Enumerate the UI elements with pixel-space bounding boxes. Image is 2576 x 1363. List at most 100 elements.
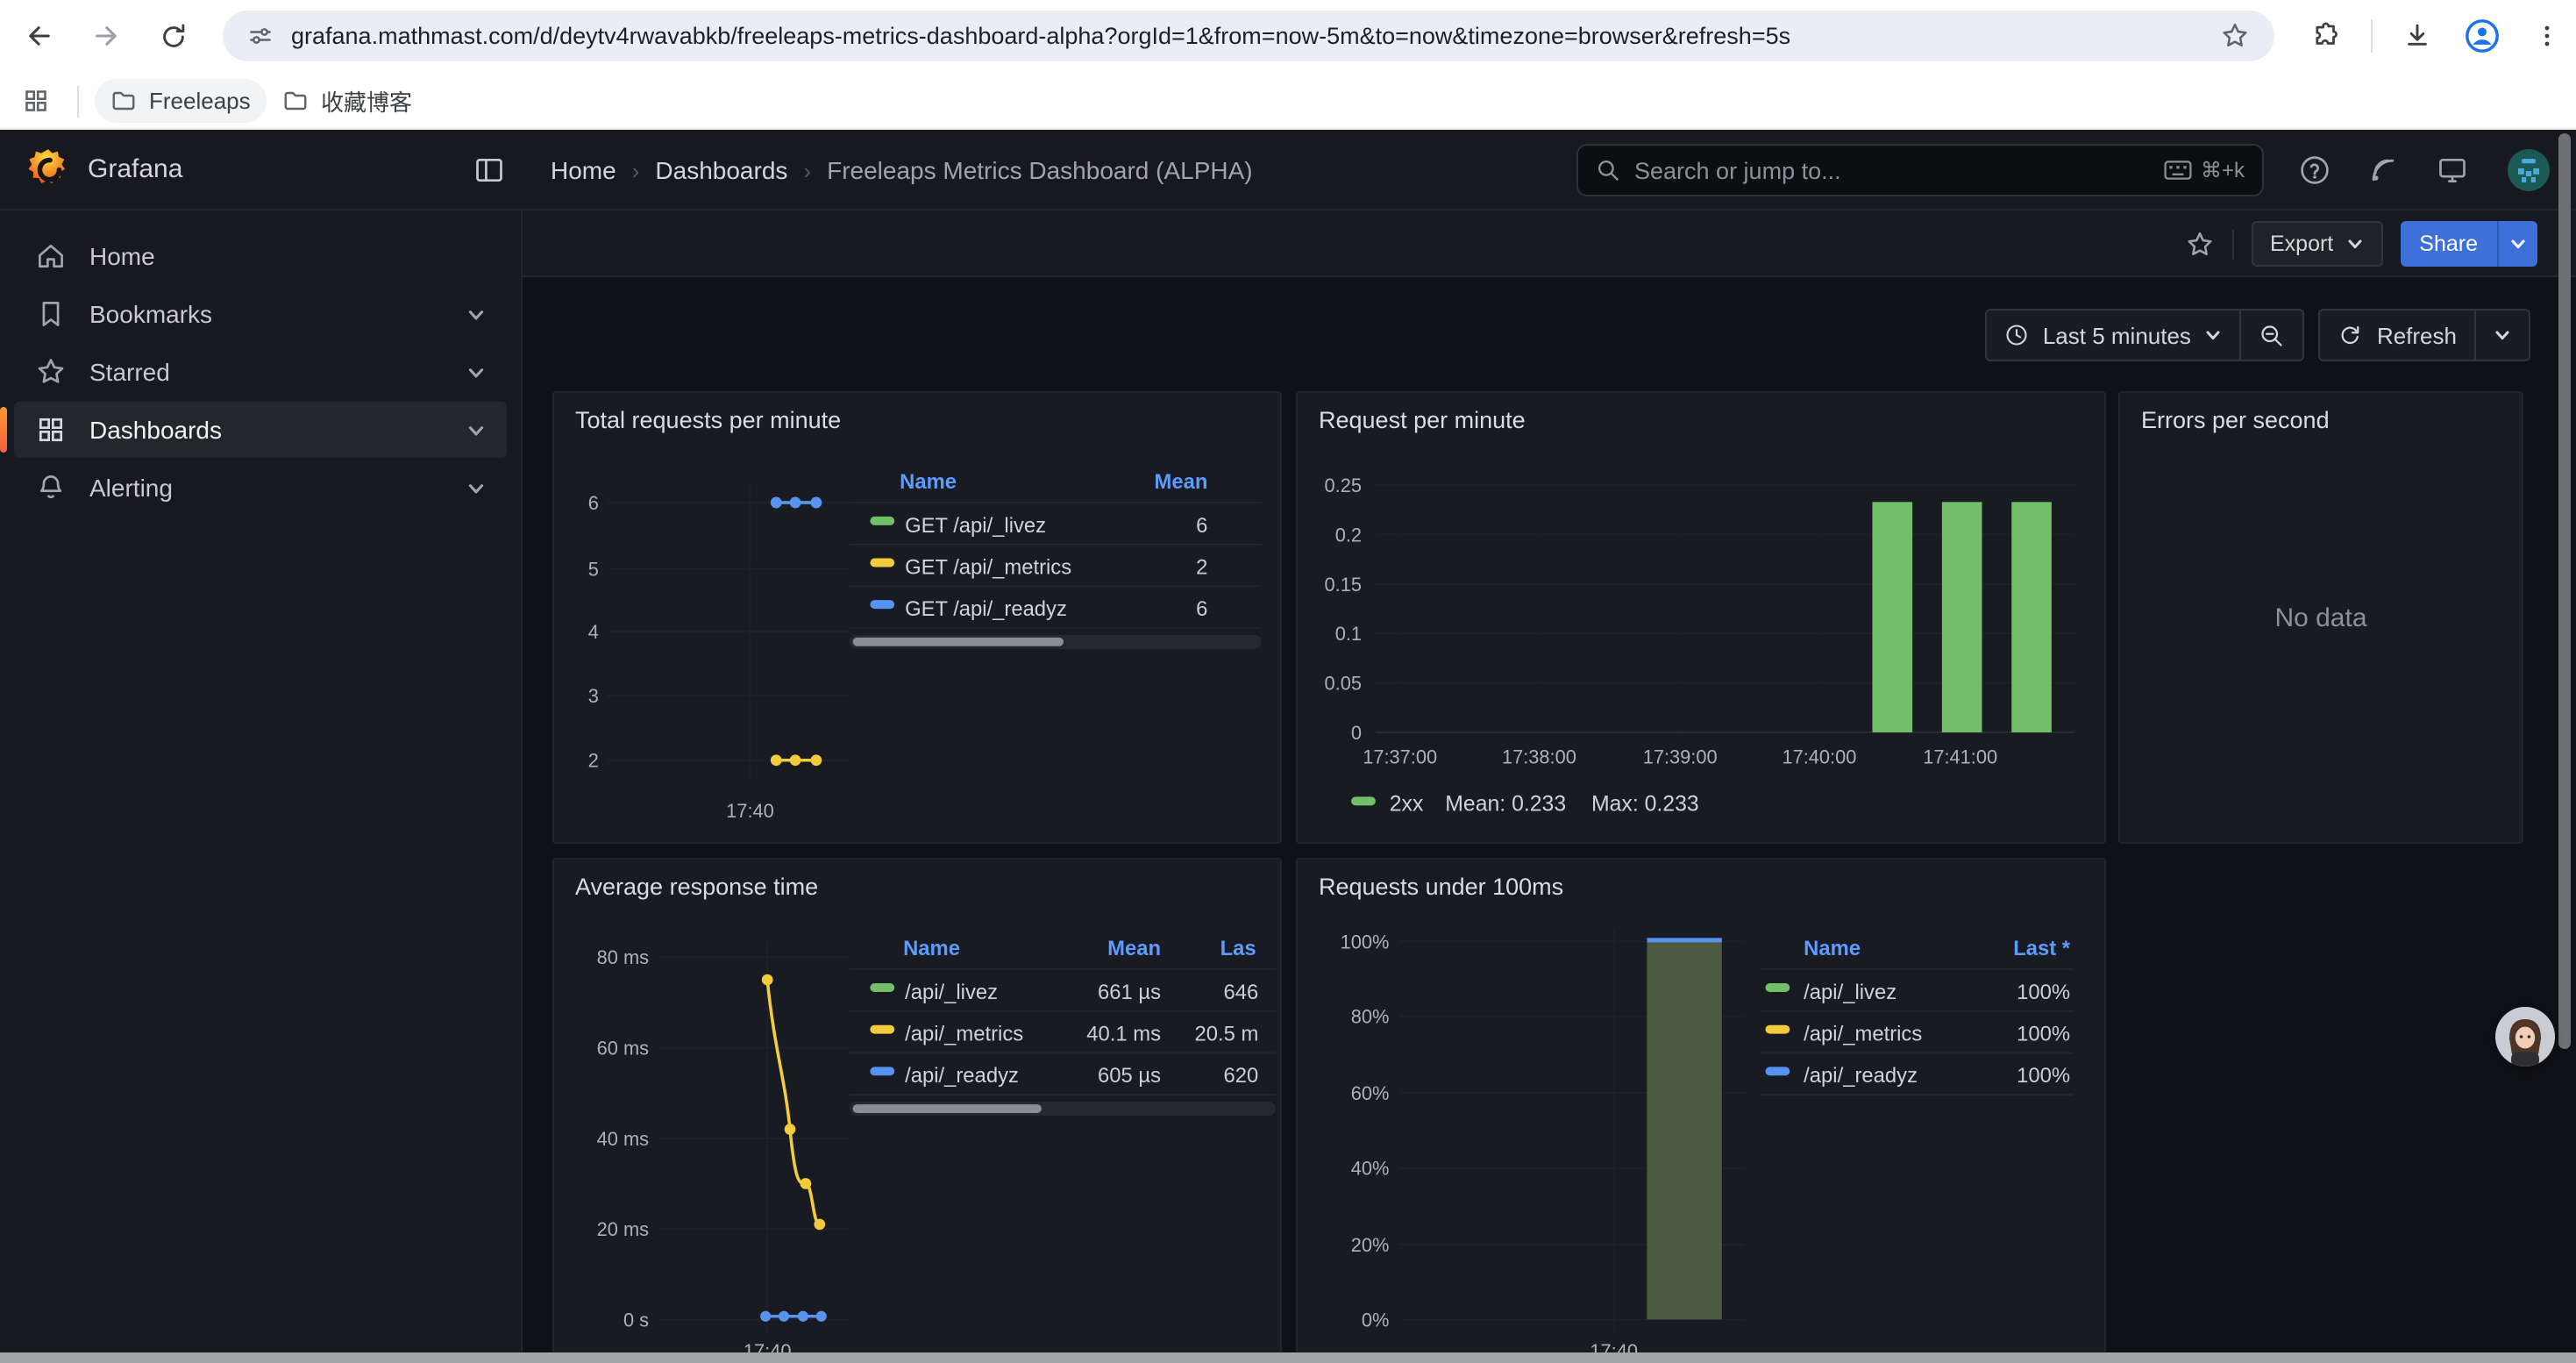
sidebar-item-alerting[interactable]: Alerting [14,460,507,516]
news-rss-icon[interactable] [2367,154,2399,186]
refresh-button[interactable]: Refresh [2321,310,2474,360]
sidebar-item-label: Dashboards [89,416,444,444]
average-response-time-chart: 80 ms60 ms40 ms20 ms0 s17:40NameMeanLas/… [554,860,1280,1363]
panel-legend[interactable]: NameMeanLas/api/_livez661 µs646/api/_met… [850,937,1277,1116]
sidebar-item-starred[interactable]: Starred [14,344,507,400]
folder-icon [110,88,137,114]
no-data-message: No data [2120,393,2522,842]
extensions-icon[interactable] [2304,14,2348,58]
floating-assistant-avatar[interactable] [2495,1007,2555,1067]
panel-title[interactable]: Total requests per minute [575,407,841,433]
svg-text:100%: 100% [2017,1023,2070,1046]
sidebar-item-bookmarks[interactable]: Bookmarks [14,286,507,342]
sidebar-item-dashboards[interactable]: Dashboards [14,402,507,458]
chevron-down-icon [2205,326,2223,344]
time-range-button[interactable]: Last 5 minutes [1987,310,2240,360]
svg-text:17:37:00: 17:37:00 [1363,746,1437,768]
refresh-icon [2338,323,2363,347]
grafana-brand[interactable]: Grafana [26,147,182,191]
browser-menu-icon[interactable] [2525,14,2569,58]
refresh-interval-button[interactable] [2476,310,2529,360]
horizontal-scrollbar[interactable] [0,1352,2576,1363]
svg-text:2: 2 [1196,555,1207,579]
bookmark-icon [35,298,67,330]
share-dropdown-button[interactable] [2497,221,2537,267]
search-placeholder: Search or jump to... [1634,157,2150,183]
brand-label: Grafana [88,154,182,184]
monitor-icon[interactable] [2436,154,2469,186]
svg-text:3: 3 [588,685,599,707]
forward-icon[interactable] [84,14,128,58]
chevron-down-icon[interactable] [466,420,486,439]
svg-text:0.1: 0.1 [1335,623,1362,645]
svg-text:40%: 40% [1351,1158,1390,1180]
grafana-header: Grafana Home › Dashboards › Freeleaps Me… [0,130,2576,211]
clock-icon [2004,323,2029,347]
assistant-avatar-image [2495,1007,2555,1067]
svg-text:0.05: 0.05 [1325,673,1362,695]
panel-legend[interactable]: 2xxMean: 0.233Max: 0.233 [1351,792,1699,816]
svg-text:40.1 ms: 40.1 ms [1086,1023,1161,1046]
sidebar-toggle-icon[interactable] [473,154,505,195]
total-requests-chart: 6543217:40NameMeanGET /api/_livez6GET /a… [554,393,1280,842]
svg-text:2xx: 2xx [1390,792,1424,816]
panel-legend[interactable]: NameMeanGET /api/_livez6GET /api/_metric… [850,470,1262,649]
help-icon[interactable] [2299,154,2330,186]
share-button[interactable]: Share [2400,221,2497,267]
profile-icon[interactable] [2460,14,2504,58]
svg-text:6: 6 [1196,597,1207,621]
sidebar-item-label: Alerting [89,474,444,502]
svg-text:Mean: 0.233: Mean: 0.233 [1445,792,1566,816]
star-dashboard-icon[interactable] [2184,229,2214,259]
panel-requests-under-100ms: Requests under 100ms 100%80%60%40%20%0%1… [1296,858,2106,1363]
site-settings-icon[interactable] [247,23,274,49]
bookmark-folder-freeleaps[interactable]: Freeleaps [95,79,267,123]
chevron-down-icon [2345,235,2363,253]
svg-text:4: 4 [588,621,599,643]
chevron-down-icon[interactable] [466,362,486,382]
user-avatar[interactable] [2506,147,2551,193]
breadcrumb-home[interactable]: Home [551,156,616,184]
panel-title[interactable]: Average response time [575,874,818,900]
search-input[interactable]: Search or jump to... ⌘+k [1576,144,2264,196]
url-text[interactable]: grafana.mathmast.com/d/deytv4rwavabkb/fr… [291,23,2220,49]
chevron-down-icon[interactable] [466,304,486,324]
export-button[interactable]: Export [2251,221,2382,267]
reload-icon[interactable] [151,14,195,58]
sidebar-item-label: Bookmarks [89,300,444,328]
download-icon[interactable] [2395,14,2439,58]
url-bar[interactable]: grafana.mathmast.com/d/deytv4rwavabkb/fr… [223,11,2274,61]
bookmark-star-icon[interactable] [2220,21,2250,51]
sidebar-item-home[interactable]: Home [14,228,507,284]
svg-text:605 µs: 605 µs [1098,1064,1161,1088]
requests-under-100ms-chart: 100%80%60%40%20%0%17:40NameLast */api/_l… [1298,860,2104,1363]
time-controls: Last 5 minutes Refresh [1985,309,2530,361]
svg-text:Last *: Last * [2013,937,2071,960]
browser-toolbar: grafana.mathmast.com/d/deytv4rwavabkb/fr… [0,0,2576,72]
svg-text:100%: 100% [1341,931,1390,953]
svg-text:17:38:00: 17:38:00 [1502,746,1576,768]
svg-text:/api/_livez: /api/_livez [905,981,998,1004]
svg-text:17:40: 17:40 [726,800,774,822]
chevron-down-icon[interactable] [466,478,486,497]
zoom-out-button[interactable] [2242,310,2303,360]
home-icon [35,240,67,272]
grafana-logo-icon [26,147,70,191]
svg-text:20 ms: 20 ms [597,1218,650,1240]
apps-grid-icon[interactable] [14,79,58,123]
panel-title[interactable]: Errors per second [2141,407,2330,433]
panel-title[interactable]: Requests under 100ms [1319,874,1563,900]
back-icon[interactable] [18,14,61,58]
bell-icon [35,472,67,503]
bookmark-folder-blogs[interactable]: 收藏博客 [267,79,428,123]
breadcrumb-current: Freeleaps Metrics Dashboard (ALPHA) [827,156,1253,184]
panel-title[interactable]: Request per minute [1319,407,1526,433]
window-scrollbar-track[interactable] [2558,132,2571,1352]
window-scrollbar-thumb[interactable] [2558,133,2571,1049]
svg-text:Mean: Mean [1155,470,1208,494]
zoom-out-icon [2259,322,2286,348]
panel-legend[interactable]: NameLast */api/_livez100%/api/_metrics10… [1761,937,2074,1095]
svg-text:60 ms: 60 ms [597,1037,650,1059]
svg-text:100%: 100% [2017,981,2070,1004]
breadcrumb-dashboards[interactable]: Dashboards [655,156,787,184]
